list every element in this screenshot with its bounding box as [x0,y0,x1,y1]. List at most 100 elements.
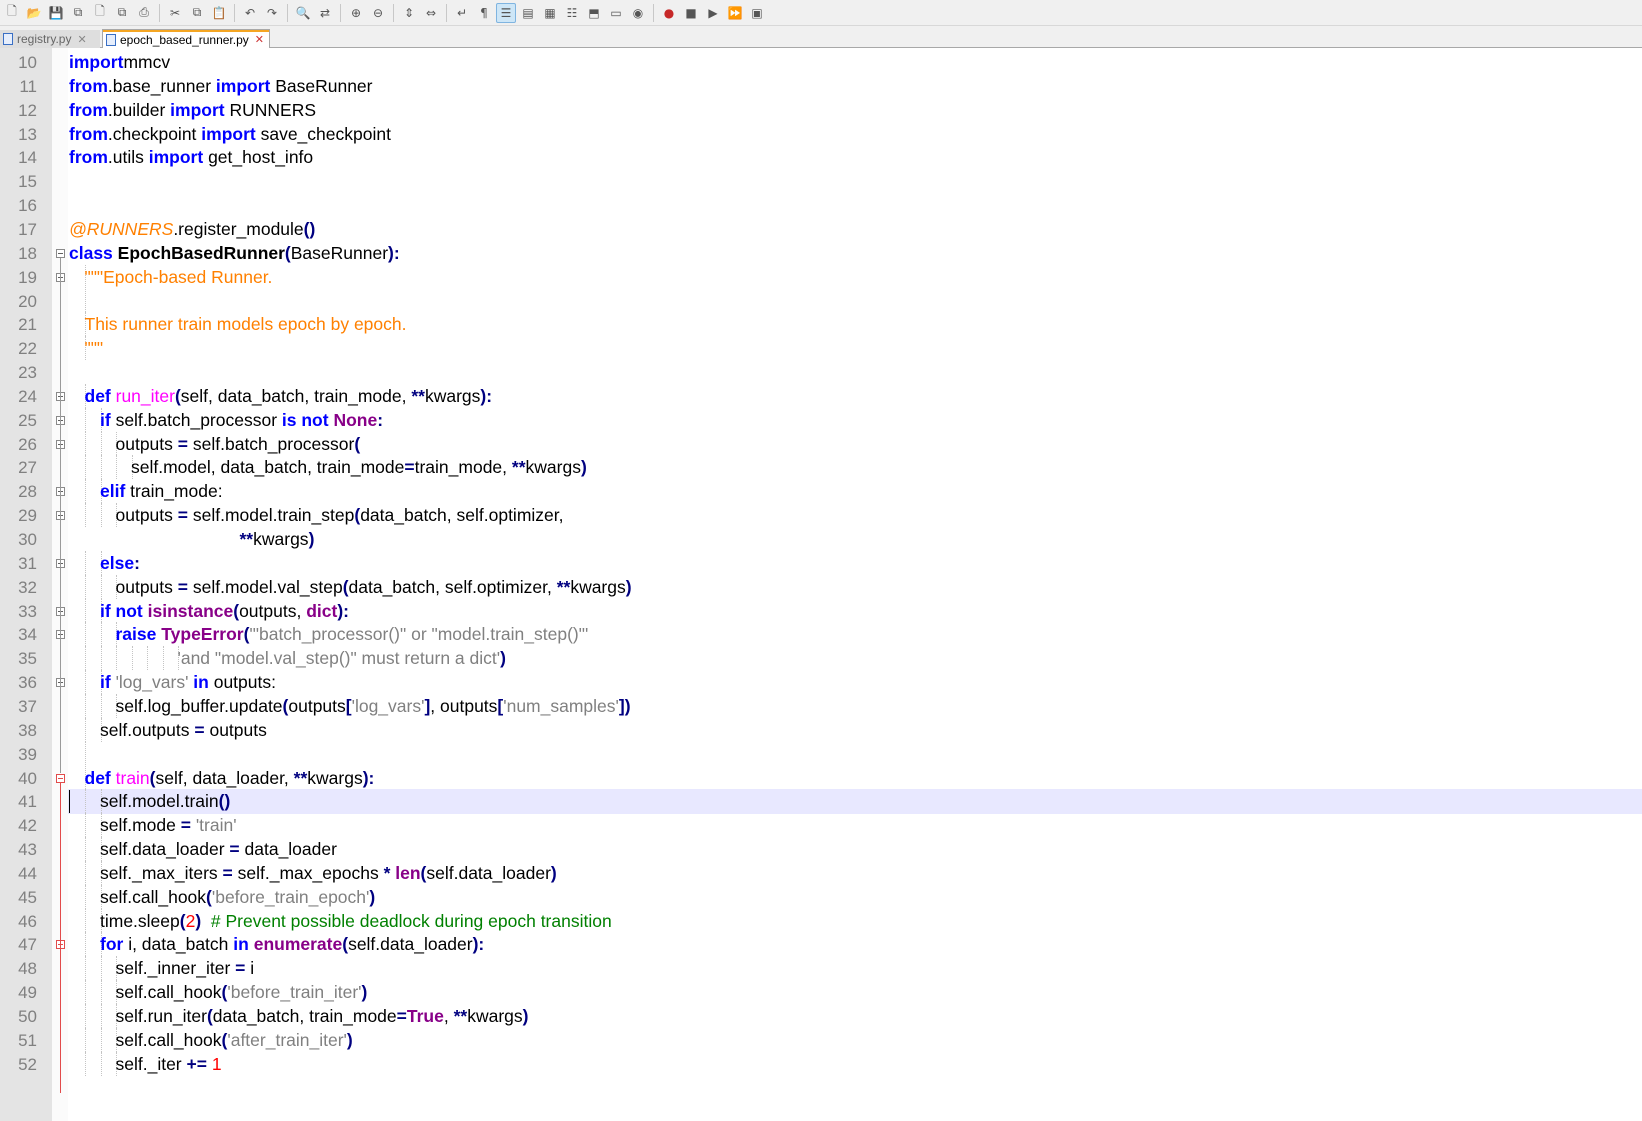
code-token: self, data_loader, [155,767,294,788]
find-icon[interactable]: 🔍 [293,3,313,23]
code-token: from [69,147,108,168]
code-line: self._iter += 1 [116,1052,222,1077]
tab-bar: registry.py ✕ epoch_based_runner.py ✕ [0,26,1642,49]
copy-icon[interactable]: ⧉ [187,3,207,23]
stop-recording-icon[interactable]: ■ [681,3,701,23]
line-number: 13 [18,124,37,144]
tab-epoch-based-runner-py[interactable]: epoch_based_runner.py ✕ [102,29,270,49]
fold-toggle-icon[interactable] [56,248,65,258]
code-editor[interactable]: 10 11 12 13 14 15 16 17 18 19 20 21 22 23 24 25 26 27 28 29… [0,48,1642,1121]
close-tab-icon[interactable]: ✕ [77,33,86,46]
indent-guide [100,980,102,1004]
open-file-icon[interactable]: 📂 [24,3,44,23]
cut-icon[interactable]: ✂ [165,3,185,23]
close-icon[interactable]: 🗋 [90,3,110,23]
indent-guide [116,455,117,480]
code-token: .base_runner [107,75,216,96]
code-line: time.sleep(2) # Prevent possible deadloc… [100,909,612,934]
indent-guide [85,693,86,718]
line-number: 11 [19,76,37,96]
zoom-out-icon[interactable]: ⊖ [368,3,388,23]
code-token: run_iter [115,385,175,406]
fold-range-line [60,257,61,774]
code-token: import [69,52,124,72]
show-all-characters-icon[interactable]: ¶ [474,3,494,23]
new-file-icon[interactable]: 🗋 [2,3,22,23]
line-number: 45 [18,887,37,907]
code-token: : [134,552,140,573]
code-token: save_checkpoint [255,123,391,144]
print-icon[interactable]: ⎙ [134,3,154,23]
undo-icon[interactable]: ↶ [240,3,260,23]
indent-guide [85,884,86,909]
code-line: **kwargs) [240,527,315,552]
indent-guide [85,813,86,838]
line-number: 37 [18,696,37,716]
line-number: 16 [18,196,37,216]
code-token: self.outputs [100,719,195,740]
paste-icon[interactable]: 📋 [209,3,229,23]
code-token: .register_module [173,218,304,239]
fold-toggle-icon[interactable] [56,773,65,783]
toolbar-separator [287,3,288,22]
code-token: self.data_loader [426,862,551,883]
user-defined-language-icon[interactable]: ▤ [518,3,538,23]
indent-guide [100,1051,102,1076]
code-line: self.mode = 'train' [100,813,237,838]
replace-icon[interactable]: ⇄ [315,3,335,23]
code-token: ): [388,242,400,263]
code-token: if [100,672,111,693]
function-list-icon[interactable]: ☷ [562,3,582,23]
playback-macro-icon[interactable]: ▶ [703,3,723,23]
indent-guide-icon[interactable]: ☰ [496,2,516,23]
code-token: outputs [288,695,346,716]
code-token: outputs [115,505,178,526]
code-line: self.call_hook('before_train_epoch') [100,885,375,910]
line-number: 32 [18,577,37,597]
code-token: self.data_loader [348,934,473,955]
word-wrap-icon[interactable]: ↵ [452,3,472,23]
code-token: , outputs [430,695,498,716]
tab-registry-py[interactable]: registry.py ✕ [0,30,100,48]
line-number: 48 [18,959,37,979]
code-token: self.call_hook [115,982,222,1003]
close-all-icon[interactable]: ⧉ [112,3,132,23]
line-number: 23 [18,363,37,383]
code-token: ** [556,576,571,597]
folder-as-workspace-icon[interactable]: ⬒ [584,3,604,23]
line-number: 10 [18,53,37,72]
code-token: self.mode [100,815,181,836]
code-token: 'log_vars' [115,672,189,693]
close-tab-icon[interactable]: ✕ [255,33,264,46]
code-line: self.data_loader = data_loader [100,837,337,862]
toolbar-separator [234,3,235,22]
code-token: = [404,457,415,478]
line-number: 31 [18,553,37,573]
monitoring-icon[interactable]: ◉ [628,3,648,23]
save-macro-icon[interactable]: ▣ [747,3,767,23]
document-list-icon[interactable]: ▭ [606,3,626,23]
save-icon[interactable]: 💾 [46,3,66,23]
code-token: kwargs [525,457,581,478]
sync-horizontal-icon[interactable]: ⇔ [421,3,441,23]
code-line: self.outputs = outputs [100,718,267,743]
zoom-in-icon[interactable]: ⊕ [346,3,366,23]
code-line: def run_iter(self, data_batch, train_mod… [85,384,493,409]
code-token: self.log_buffer.update [115,695,283,716]
sync-vertical-icon[interactable]: ⇕ [399,3,419,23]
record-macro-icon[interactable]: ● [659,3,679,23]
code-token: = [396,1006,407,1026]
line-number: 25 [18,410,37,430]
line-number: 29 [18,506,37,526]
indent-guide [85,908,86,933]
code-token: ** [453,1006,468,1026]
line-number: 26 [18,434,37,454]
save-all-icon[interactable]: ⧉ [68,3,88,23]
indent-guide [162,646,164,671]
document-map-icon[interactable]: ▦ [540,3,560,23]
run-macro-multiple-icon[interactable]: ⏩ [725,3,745,23]
code-token: = [177,505,189,526]
code-token: .builder [107,99,171,120]
redo-icon[interactable]: ↷ [262,3,282,23]
code-token: outputs [115,433,178,454]
